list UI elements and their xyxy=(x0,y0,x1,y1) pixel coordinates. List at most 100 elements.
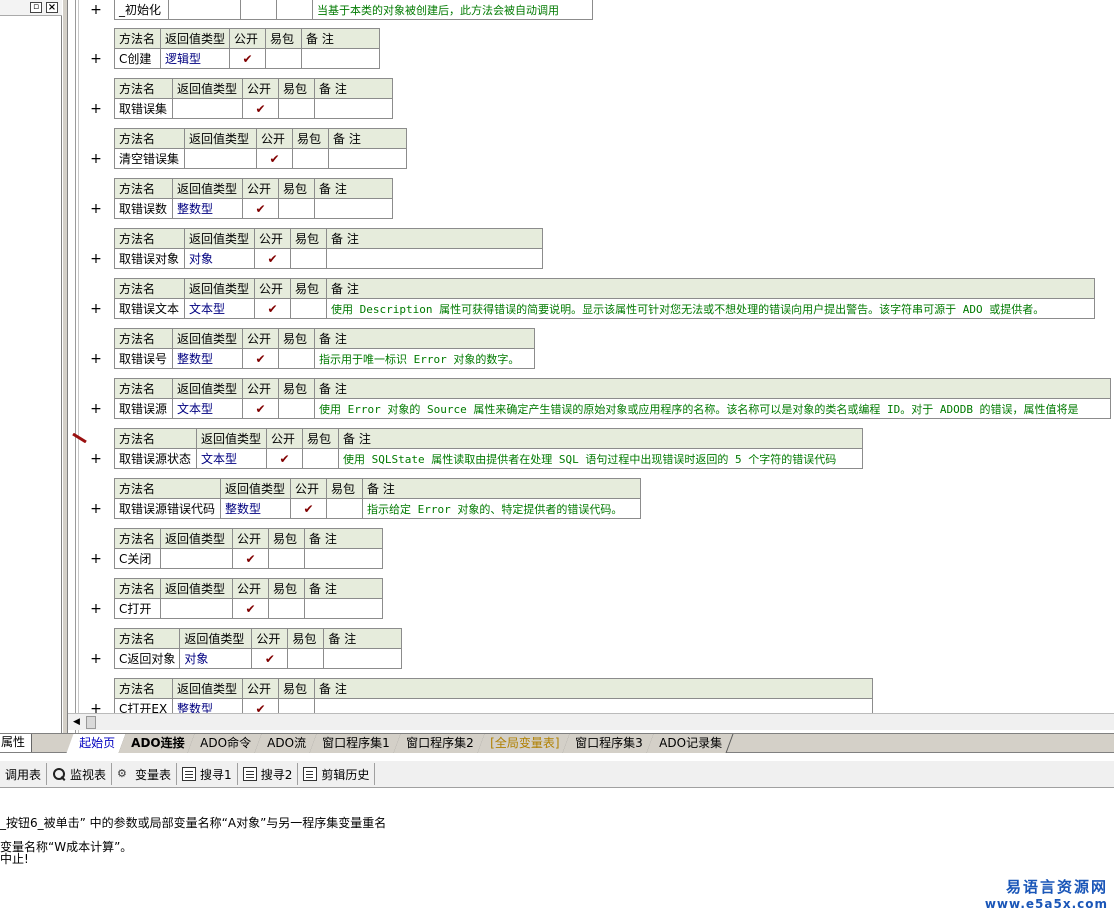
table-cell[interactable] xyxy=(276,0,313,20)
return-type-cell[interactable]: 整数型 xyxy=(172,698,243,713)
call-table-button[interactable]: 调用表 xyxy=(0,763,48,785)
return-type-cell[interactable]: 逻辑型 xyxy=(159,48,231,69)
table-row[interactable]: C打开EX 整数型 ✔ xyxy=(114,698,873,713)
return-type-cell[interactable]: 文本型 xyxy=(196,448,267,469)
easy-package-cell[interactable] xyxy=(278,348,315,369)
easy-package-cell[interactable] xyxy=(278,98,315,119)
note-cell[interactable] xyxy=(314,698,873,713)
easy-package-cell[interactable] xyxy=(268,548,305,569)
method-table[interactable]: 方法名 返回值类型 公开 易包备 注 C返回对象 对象 ✔ xyxy=(113,628,403,669)
return-type-cell[interactable] xyxy=(172,98,243,119)
table-row[interactable]: C打开 ✔ xyxy=(114,598,383,619)
method-name-cell[interactable]: 取错误源错误代码 xyxy=(114,498,221,519)
note-cell[interactable] xyxy=(326,248,543,269)
public-check-cell[interactable]: ✔ xyxy=(256,148,293,169)
table-cell[interactable]: _初始化 xyxy=(114,0,169,20)
output-panel[interactable]: _按钮6_被单击” 中的参数或局部变量名称“A对象”与另一程序集变量重名 变量名… xyxy=(0,790,1114,914)
public-check-cell[interactable]: ✔ xyxy=(229,48,267,69)
note-cell[interactable] xyxy=(328,148,407,169)
pin-icon[interactable]: ▫ xyxy=(30,2,42,13)
expand-icon[interactable]: + xyxy=(90,702,102,713)
public-check-cell[interactable]: ✔ xyxy=(232,548,269,569)
expand-icon[interactable]: + xyxy=(90,352,102,366)
expand-icon[interactable]: + xyxy=(90,302,102,316)
table-row[interactable]: C创建 逻辑型 ✔ xyxy=(114,48,381,69)
public-check-cell[interactable]: ✔ xyxy=(242,398,279,419)
method-name-cell[interactable]: C打开 xyxy=(114,598,161,619)
table-cell[interactable] xyxy=(240,0,277,20)
expand-icon[interactable]: + xyxy=(90,452,102,466)
easy-package-cell[interactable] xyxy=(302,448,339,469)
method-table[interactable]: 方法名 返回值类型 公开 易包备 注取错误集 ✔ xyxy=(114,78,393,119)
return-type-cell[interactable] xyxy=(160,548,233,569)
method-table[interactable]: 方法名 返回值类型 公开 易包备 注清空错误集 ✔ xyxy=(114,128,407,169)
tab-5[interactable]: 窗口程序集1 xyxy=(309,734,402,753)
note-cell[interactable] xyxy=(314,198,393,219)
expand-icon[interactable]: + xyxy=(90,552,102,566)
public-check-cell[interactable]: ✔ xyxy=(242,698,279,713)
easy-package-cell[interactable] xyxy=(265,48,303,69)
table-row[interactable]: 取错误源状态 文本型 ✔ 使用 SQLState 属性读取由提供者在处理 SQL 语句… xyxy=(114,448,863,469)
method-name-cell[interactable]: C创建 xyxy=(114,48,161,69)
expand-icon[interactable]: + xyxy=(90,402,102,416)
expand-icon[interactable]: + xyxy=(90,102,102,116)
method-name-cell[interactable]: 取错误对象 xyxy=(114,248,185,269)
tab-7[interactable]: [全局变量表] xyxy=(477,734,571,753)
note-cell[interactable] xyxy=(304,598,383,619)
method-name-cell[interactable]: C返回对象 xyxy=(113,648,181,669)
easy-package-cell[interactable] xyxy=(268,598,305,619)
method-table[interactable]: 方法名 返回值类型 公开 易包备 注 C关闭 ✔ xyxy=(114,528,383,569)
watch-table-button[interactable]: 监视表 xyxy=(47,763,113,785)
tab-2[interactable]: ADO连接 xyxy=(118,734,196,753)
return-type-cell[interactable]: 对象 xyxy=(179,648,253,669)
note-cell[interactable] xyxy=(323,648,403,669)
tab-8[interactable]: 窗口程序集3 xyxy=(562,734,655,753)
table-row[interactable]: 取错误号 整数型 ✔ 指示用于唯一标识 Error 对象的数字。 xyxy=(114,348,535,369)
method-table[interactable]: 方法名 返回值类型 公开 易包备 注取错误源错误代码 整数型 ✔ 指示给定 Error 对象… xyxy=(114,478,641,519)
public-check-cell[interactable]: ✔ xyxy=(242,348,279,369)
method-table[interactable]: 方法名 返回值类型 公开 易包备 注取错误号 整数型 ✔ 指示用于唯一标识 Error 对象… xyxy=(114,328,535,369)
return-type-cell[interactable]: 对象 xyxy=(184,248,255,269)
code-editor[interactable]: _初始化 当基于本类的对象被创建后，此方法会被自动调用 + 方法名 返回值类型 公开 易包备… xyxy=(80,0,1114,713)
public-check-cell[interactable]: ✔ xyxy=(254,248,291,269)
method-name-cell[interactable]: 取错误集 xyxy=(114,98,173,119)
easy-package-cell[interactable] xyxy=(278,198,315,219)
return-type-cell[interactable]: 文本型 xyxy=(184,298,255,319)
expand-icon[interactable]: + xyxy=(90,52,102,66)
public-check-cell[interactable]: ✔ xyxy=(232,598,269,619)
expand-icon[interactable]: + xyxy=(90,252,102,266)
return-type-cell[interactable] xyxy=(160,598,233,619)
tab-4[interactable]: ADO流 xyxy=(254,734,318,753)
tab-9[interactable]: ADO记录集 xyxy=(646,734,733,753)
scroll-thumb[interactable] xyxy=(86,716,96,729)
method-table[interactable]: 方法名 返回值类型 公开 易包备 注 C打开 ✔ xyxy=(114,578,383,619)
table-row[interactable]: 取错误文本 文本型 ✔ 使用 Description 属性可获得错误的简要说明。显示该… xyxy=(114,298,1095,319)
tab-6[interactable]: 窗口程序集2 xyxy=(393,734,486,753)
scroll-left-icon[interactable]: ◀ xyxy=(71,717,82,728)
table-row[interactable]: 取错误源错误代码 整数型 ✔ 指示给定 Error 对象的、特定提供者的错误代码。 xyxy=(114,498,641,519)
table-row[interactable]: 取错误集 ✔ xyxy=(114,98,393,119)
easy-package-cell[interactable] xyxy=(278,398,315,419)
method-table[interactable]: 方法名 返回值类型 公开 易包备 注取错误源 文本型 ✔ 使用 Error 对象的 Sour… xyxy=(114,378,1111,419)
search1-button[interactable]: 搜寻1 xyxy=(177,763,238,785)
table-cell[interactable]: 当基于本类的对象被创建后，此方法会被自动调用 xyxy=(312,0,593,20)
method-name-cell[interactable]: 取错误源状态 xyxy=(114,448,197,469)
method-table[interactable]: 方法名 返回值类型 公开 易包备 注取错误源状态 文本型 ✔ 使用 SQLState 属性读… xyxy=(114,428,863,469)
method-table[interactable]: 方法名 返回值类型 公开 易包备 注 C创建 逻辑型 ✔ xyxy=(114,28,381,69)
table-row[interactable]: C返回对象 对象 ✔ xyxy=(113,648,403,669)
return-type-cell[interactable]: 文本型 xyxy=(172,398,243,419)
easy-package-cell[interactable] xyxy=(278,698,315,713)
method-row-init[interactable]: _初始化 当基于本类的对象被创建后，此方法会被自动调用 xyxy=(114,0,593,20)
public-check-cell[interactable]: ✔ xyxy=(251,648,289,669)
easy-package-cell[interactable] xyxy=(326,498,363,519)
easy-package-cell[interactable] xyxy=(287,648,325,669)
note-cell[interactable] xyxy=(301,48,381,69)
note-cell[interactable] xyxy=(304,548,383,569)
table-row[interactable]: 清空错误集 ✔ xyxy=(114,148,407,169)
method-table[interactable]: 方法名 返回值类型 公开 易包备 注取错误对象 对象 ✔ xyxy=(114,228,543,269)
public-check-cell[interactable]: ✔ xyxy=(266,448,303,469)
table-row[interactable]: _初始化 当基于本类的对象被创建后，此方法会被自动调用 xyxy=(114,0,593,20)
public-check-cell[interactable]: ✔ xyxy=(242,198,279,219)
table-row[interactable]: 取错误对象 对象 ✔ xyxy=(114,248,543,269)
horizontal-scrollbar[interactable]: ◀ xyxy=(68,713,1114,730)
